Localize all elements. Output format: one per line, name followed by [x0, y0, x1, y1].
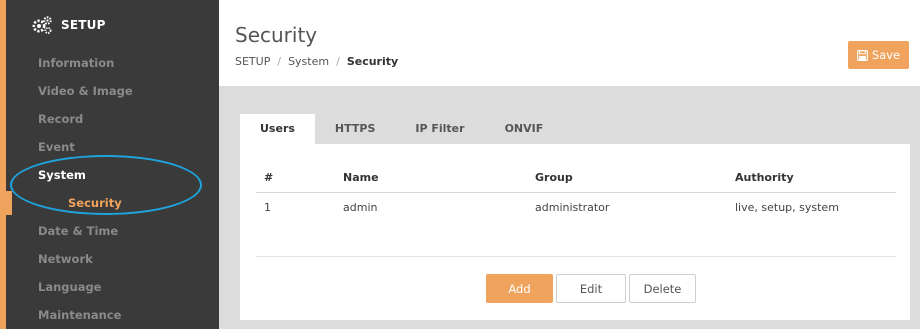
- sidebar-active-marker: [6, 191, 12, 215]
- cell-name: admin: [343, 201, 378, 214]
- tab-bar: Users HTTPS IP Filter ONVIF: [240, 114, 563, 144]
- sidebar-item-network[interactable]: Network: [38, 250, 93, 268]
- save-button-label: Save: [871, 48, 901, 62]
- gears-icon: [32, 16, 52, 34]
- breadcrumb-separator: /: [336, 55, 340, 68]
- cell-group: administrator: [535, 201, 610, 214]
- sidebar: [0, 0, 219, 329]
- sidebar-item-system[interactable]: System: [38, 166, 86, 184]
- breadcrumb-separator: /: [277, 55, 282, 68]
- column-header-group: Group: [535, 171, 573, 184]
- breadcrumb-current: Security: [346, 55, 399, 68]
- cell-number: 1: [264, 201, 271, 214]
- page-title: Security: [235, 23, 318, 47]
- column-header-number: #: [264, 171, 274, 184]
- tab-https[interactable]: HTTPS: [315, 114, 395, 144]
- breadcrumb-setup[interactable]: SETUP: [235, 55, 270, 68]
- breadcrumb-system[interactable]: System: [288, 55, 329, 68]
- breadcrumb: SETUP / System / Security: [235, 55, 398, 68]
- sidebar-header-label: SETUP: [61, 18, 106, 32]
- cell-authority: live, setup, system: [735, 201, 839, 214]
- add-user-button[interactable]: Add: [486, 274, 553, 303]
- sidebar-item-language[interactable]: Language: [38, 278, 102, 296]
- column-header-name: Name: [343, 171, 379, 184]
- column-header-authority: Authority: [735, 171, 794, 184]
- sidebar-item-video-image[interactable]: Video & Image: [38, 82, 133, 100]
- divider: [256, 256, 896, 257]
- sidebar-item-information[interactable]: Information: [38, 54, 114, 72]
- sidebar-item-date-time[interactable]: Date & Time: [38, 222, 118, 240]
- sidebar-item-event[interactable]: Event: [38, 138, 75, 156]
- tab-users[interactable]: Users: [240, 114, 315, 144]
- floppy-disk-icon: [856, 49, 868, 61]
- tab-ip-filter[interactable]: IP Filter: [395, 114, 484, 144]
- table-header: # Name Group Authority: [256, 163, 896, 193]
- delete-user-button[interactable]: Delete: [629, 274, 696, 303]
- table-row[interactable]: 1 admin administrator live, setup, syste…: [256, 193, 896, 223]
- sidebar-item-record[interactable]: Record: [38, 110, 83, 128]
- sidebar-header[interactable]: SETUP: [31, 14, 106, 36]
- save-button[interactable]: Save: [848, 41, 909, 69]
- sidebar-item-maintenance[interactable]: Maintenance: [38, 306, 121, 324]
- tab-onvif[interactable]: ONVIF: [485, 114, 564, 144]
- edit-user-button[interactable]: Edit: [556, 274, 626, 303]
- sidebar-accent-bar: [0, 0, 6, 329]
- sidebar-subitem-security[interactable]: Security: [68, 194, 122, 212]
